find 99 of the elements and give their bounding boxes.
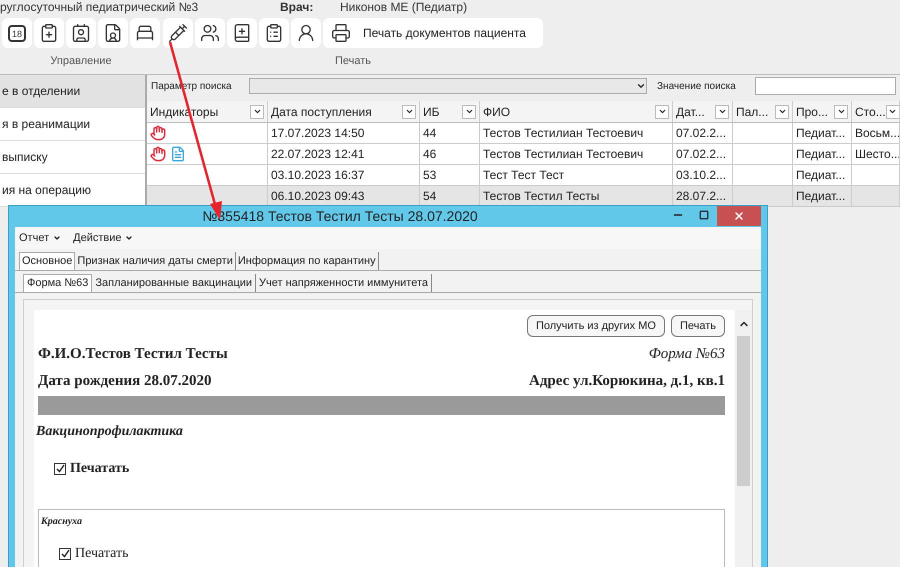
tab[interactable]: Информация по карантину bbox=[236, 252, 379, 270]
checkbox-label: Печатать bbox=[75, 545, 129, 563]
table-cell: Педиат... bbox=[793, 165, 852, 185]
filter-button[interactable] bbox=[715, 104, 729, 118]
syringe-icon bbox=[168, 23, 188, 43]
toolbar-button[interactable] bbox=[130, 18, 160, 48]
close-icon bbox=[733, 210, 745, 222]
document-person-icon bbox=[103, 23, 123, 43]
toolbar-group-label: Управление bbox=[50, 54, 112, 69]
caret-icon bbox=[252, 107, 262, 116]
printer-icon bbox=[331, 23, 351, 43]
column-header[interactable]: Сто... bbox=[855, 102, 886, 120]
close-button[interactable] bbox=[717, 206, 761, 226]
column-header[interactable]: Пал... bbox=[736, 102, 768, 120]
table-cell: 03.10.2... bbox=[673, 165, 733, 185]
search-value-field[interactable] bbox=[755, 77, 896, 95]
table-cell: 07.02.2... bbox=[673, 123, 733, 143]
filter-button[interactable] bbox=[886, 104, 899, 118]
badge-icon bbox=[71, 23, 91, 43]
column-header[interactable]: Дата поступления bbox=[271, 102, 372, 120]
maximize-icon bbox=[699, 210, 709, 220]
address: Адрес ул.Корюкина, д.1, кв.1 bbox=[529, 372, 725, 390]
column-header[interactable]: Про... bbox=[796, 102, 828, 120]
book-icon bbox=[232, 23, 252, 43]
table-cell: 03.10.2023 16:37 bbox=[268, 165, 420, 185]
toolbar-button[interactable] bbox=[163, 18, 193, 48]
filter-button[interactable] bbox=[462, 104, 476, 118]
column-header[interactable]: ФИО bbox=[483, 102, 510, 120]
table-row[interactable]: 06.10.2023 09:43 54 Тестов Тестил Тесты 28.07.2... Педиат... bbox=[147, 186, 900, 207]
menu-item[interactable]: Отчет bbox=[19, 230, 62, 246]
action-button[interactable]: Печать bbox=[670, 315, 725, 337]
checkbox[interactable] bbox=[54, 462, 66, 474]
toolbar-button[interactable] bbox=[259, 18, 289, 48]
filter-button[interactable] bbox=[834, 104, 848, 118]
filter-button[interactable] bbox=[402, 104, 416, 118]
calendar-button[interactable]: 18 bbox=[2, 18, 32, 48]
table-cell: Тестов Тестилиан Тестоевич bbox=[480, 123, 673, 143]
tab[interactable]: Основное bbox=[19, 252, 76, 270]
caret-icon bbox=[778, 107, 786, 116]
bed-icon bbox=[135, 23, 155, 43]
toolbar-group-label: Печать bbox=[334, 54, 372, 69]
tab[interactable]: Форма №63 bbox=[23, 274, 92, 292]
clipboard-icon bbox=[39, 23, 59, 43]
table-cell: 17.07.2023 14:50 bbox=[268, 123, 420, 143]
menu-item[interactable]: Действие bbox=[73, 230, 134, 246]
column-header[interactable]: Дат... bbox=[676, 102, 705, 120]
table-cell: 44 bbox=[420, 123, 480, 143]
toolbar-button[interactable] bbox=[291, 18, 321, 48]
table-cell: Тестов Тестилиан Тестоевич bbox=[480, 144, 673, 164]
clipboard-icon bbox=[264, 23, 284, 43]
filter-button[interactable] bbox=[655, 104, 669, 118]
caret-icon bbox=[888, 107, 898, 116]
search-value-label: Значение поиска bbox=[656, 80, 737, 94]
table-cell: Тест Тест Тест bbox=[480, 165, 673, 185]
caret-icon bbox=[464, 107, 474, 116]
form-number: Форма №63 bbox=[648, 345, 725, 364]
scrollbar[interactable] bbox=[735, 310, 752, 567]
department-name: руглосуточный педиатрический №3 bbox=[0, 1, 200, 13]
table-cell: Восьм... bbox=[852, 123, 900, 143]
caret-icon bbox=[836, 107, 846, 116]
toolbar-button[interactable] bbox=[227, 18, 257, 48]
doctor-name: Никонов МЕ (Педиатр) bbox=[340, 1, 468, 13]
action-button[interactable]: Получить из других МО bbox=[526, 315, 665, 337]
table-row[interactable]: 03.10.2023 16:37 53 Тест Тест Тест 03.10.2... Педиат... bbox=[147, 165, 900, 186]
caret-icon bbox=[718, 107, 726, 116]
column-header[interactable]: ИБ bbox=[423, 102, 440, 120]
checkbox-label: Печатать bbox=[70, 460, 130, 478]
table-cell: Педиат... bbox=[793, 144, 852, 164]
print-documents-button[interactable]: Печать документов пациента bbox=[323, 18, 543, 48]
vaccine-title: Краснуха bbox=[40, 515, 83, 529]
caret-icon bbox=[636, 81, 646, 91]
caret-icon bbox=[404, 107, 414, 116]
table-row[interactable]: 17.07.2023 14:50 44 Тестов Тестилиан Тестоевич 07.02.2... Педиат... Восьм... bbox=[147, 123, 900, 144]
group-icon bbox=[200, 23, 220, 43]
filter-button[interactable] bbox=[775, 104, 789, 118]
table-cell: Педиат... bbox=[793, 123, 852, 143]
birth-date: Дата рождения 28.07.2020 bbox=[38, 372, 212, 390]
doctor-label: Врач: bbox=[280, 1, 314, 13]
table-cell: Педиат... bbox=[793, 186, 852, 206]
toolbar-button[interactable] bbox=[195, 18, 225, 48]
sidebar-item[interactable]: е в отделении bbox=[0, 75, 145, 108]
table-cell: 22.07.2023 12:41 bbox=[268, 144, 420, 164]
table-cell: 53 bbox=[420, 165, 480, 185]
filter-button[interactable] bbox=[250, 104, 264, 118]
scroll-thumb[interactable] bbox=[737, 336, 750, 486]
section-title: Вакцинопрофилактика bbox=[36, 423, 184, 441]
patient-name: Ф.И.О.Тестов Тестил Тесты bbox=[38, 345, 228, 364]
table-cell: 46 bbox=[420, 144, 480, 164]
toolbar-button[interactable] bbox=[34, 18, 64, 48]
table-cell: 07.02.2... bbox=[673, 144, 733, 164]
toolbar-button[interactable] bbox=[66, 18, 96, 48]
caret-icon bbox=[53, 234, 62, 242]
person-icon bbox=[296, 23, 316, 43]
caret-icon bbox=[125, 234, 134, 242]
checkbox[interactable] bbox=[59, 548, 71, 560]
caret-icon bbox=[658, 107, 666, 116]
toolbar-button[interactable] bbox=[98, 18, 128, 48]
tab[interactable]: Признак наличия даты смерти bbox=[75, 252, 236, 270]
tab[interactable]: Учет напряженности иммунитета bbox=[256, 274, 432, 292]
